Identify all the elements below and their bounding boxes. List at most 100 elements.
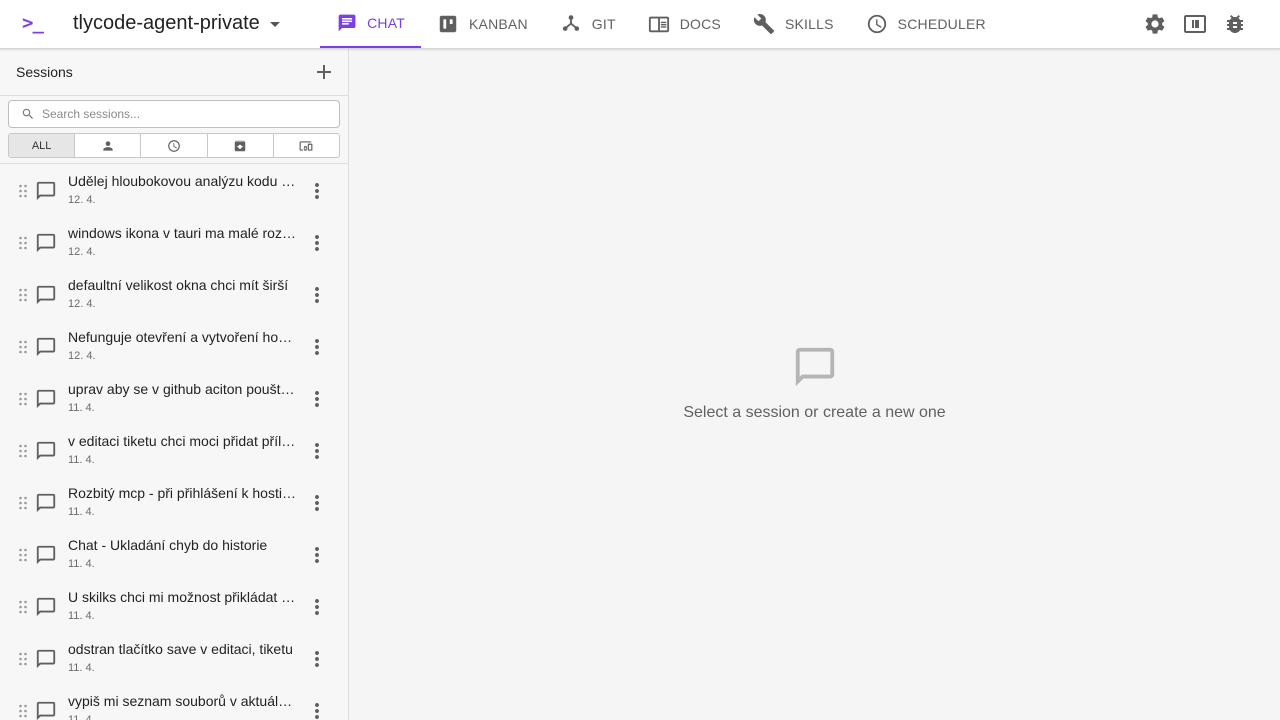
- drag-handle-icon[interactable]: [18, 444, 28, 458]
- drag-handle-icon[interactable]: [18, 704, 28, 718]
- more-options-icon[interactable]: [305, 647, 329, 671]
- session-title: odstran tlačítko save v editaci, tiketu: [68, 641, 293, 657]
- tab-label: SKILLS: [784, 16, 834, 32]
- chat-icon: [35, 232, 57, 254]
- more-options-icon[interactable]: [305, 283, 329, 307]
- chat-bubble-icon: [792, 344, 838, 390]
- session-item[interactable]: v editaci tiketu chci moci přidat příloh…: [0, 425, 348, 477]
- tab-kanban[interactable]: KANBAN: [421, 0, 544, 48]
- session-title: U skilks chci mi možnost přikládat soubo…: [68, 589, 296, 605]
- session-date: 11. 4.: [68, 558, 95, 570]
- session-title: Chat - Ukladání chyb do historie: [68, 537, 268, 553]
- session-title: Nefunguje otevření a vytvoření hostitele: [68, 329, 296, 345]
- drag-handle-icon[interactable]: [18, 288, 28, 302]
- chat-icon: [35, 544, 57, 566]
- drag-handle-icon[interactable]: [18, 236, 28, 250]
- kanban-icon: [439, 15, 457, 33]
- project-name: tlycode-agent-private: [73, 12, 260, 34]
- tab-label: SCHEDULER: [897, 16, 986, 32]
- more-options-icon[interactable]: [305, 439, 329, 463]
- person-icon: [103, 140, 113, 151]
- tab-label: DOCS: [679, 16, 721, 32]
- more-options-icon[interactable]: [305, 231, 329, 255]
- more-options-icon[interactable]: [305, 387, 329, 411]
- session-item[interactable]: odstran tlačítko save v editaci, tiketu 1…: [0, 633, 348, 685]
- clock-icon: [168, 139, 180, 152]
- chat-icon: [35, 700, 57, 720]
- session-title: Rozbitý mcp - při přihlášení k hostiteli: [68, 485, 296, 501]
- chat-icon: [35, 596, 57, 618]
- session-date: 12. 4.: [68, 194, 96, 206]
- filter-recent-button[interactable]: [141, 134, 208, 157]
- search-sessions-field[interactable]: [8, 100, 340, 128]
- chevron-down-icon: [269, 22, 280, 27]
- drag-handle-icon[interactable]: [18, 392, 28, 406]
- drag-handle-icon[interactable]: [18, 652, 28, 666]
- tab-docs[interactable]: DOCS: [632, 0, 737, 48]
- drag-handle-icon[interactable]: [18, 340, 28, 354]
- session-list: Udělej hloubokovou analýzu kodu a najdi …: [0, 165, 348, 720]
- git-icon: [562, 15, 579, 31]
- session-item[interactable]: defaultní velikost okna chci mít širší 12…: [0, 269, 348, 321]
- tab-label: GIT: [591, 16, 616, 32]
- session-item[interactable]: Nefunguje otevření a vytvoření hostitele…: [0, 321, 348, 373]
- session-item[interactable]: vypiš mi seznam souborů v aktuálním adre…: [0, 685, 348, 720]
- search-icon: [22, 108, 33, 119]
- session-item[interactable]: windows ikona v tauri ma malé rozlišení 1…: [0, 217, 348, 269]
- sessions-title: Sessions: [16, 64, 73, 80]
- sessions-sidebar: Sessions ALL Udělej hloubokovou analýzu …: [0, 49, 349, 720]
- tab-skills[interactable]: SKILLS: [737, 0, 850, 48]
- session-date: 12. 4.: [68, 246, 96, 258]
- chat-icon: [35, 180, 57, 202]
- filter-mine-button[interactable]: [75, 134, 142, 157]
- session-title: Udělej hloubokovou analýzu kodu a najdi …: [68, 173, 296, 189]
- devices-icon: [299, 140, 313, 151]
- session-date: 12. 4.: [68, 298, 96, 310]
- plus-icon: [317, 65, 331, 79]
- session-date: 11. 4.: [68, 454, 95, 466]
- drag-handle-icon[interactable]: [18, 496, 28, 510]
- bug-icon[interactable]: [1223, 12, 1247, 36]
- docs-icon: [648, 16, 669, 33]
- project-selector[interactable]: tlycode-agent-private: [73, 12, 280, 35]
- more-options-icon[interactable]: [305, 179, 329, 203]
- filter-devices-button[interactable]: [274, 134, 339, 157]
- chat-icon: [35, 440, 57, 462]
- archive-icon: [234, 140, 246, 151]
- add-session-button[interactable]: [312, 60, 336, 84]
- app-logo[interactable]: >_: [22, 12, 44, 34]
- tab-label: KANBAN: [469, 16, 528, 32]
- chat-icon: [35, 492, 57, 514]
- drag-handle-icon[interactable]: [18, 548, 28, 562]
- session-item[interactable]: uprav aby se v github aciton pouštěly te…: [0, 373, 348, 425]
- wrench-icon: [753, 14, 775, 35]
- chat-icon: [35, 388, 57, 410]
- more-options-icon[interactable]: [305, 699, 329, 720]
- more-options-icon[interactable]: [305, 491, 329, 515]
- tab-chat[interactable]: CHAT: [320, 0, 421, 48]
- more-options-icon[interactable]: [305, 335, 329, 359]
- session-item[interactable]: Chat - Ukladání chyb do historie 11. 4.: [0, 529, 348, 581]
- filter-archived-button[interactable]: [208, 134, 274, 157]
- session-date: 11. 4.: [68, 714, 95, 720]
- session-item[interactable]: Rozbitý mcp - při přihlášení k hostiteli…: [0, 477, 348, 529]
- clock-icon: [867, 14, 886, 34]
- session-item[interactable]: U skilks chci mi možnost přikládat soubo…: [0, 581, 348, 633]
- session-date: 12. 4.: [68, 350, 96, 362]
- session-date: 11. 4.: [68, 402, 95, 414]
- chat-icon: [35, 648, 57, 670]
- settings-icon[interactable]: [1143, 12, 1167, 36]
- tab-git[interactable]: GIT: [544, 0, 632, 48]
- panel-toggle-icon[interactable]: [1183, 12, 1207, 36]
- chat-icon: [35, 336, 57, 358]
- session-title: uprav aby se v github aciton pouštěly te…: [68, 381, 296, 397]
- chat-icon: [338, 14, 356, 32]
- session-item[interactable]: Udělej hloubokovou analýzu kodu a najdi …: [0, 165, 348, 217]
- filter-all-button[interactable]: ALL: [9, 134, 76, 157]
- more-options-icon[interactable]: [305, 543, 329, 567]
- more-options-icon[interactable]: [305, 595, 329, 619]
- tab-scheduler[interactable]: SCHEDULER: [850, 0, 1002, 48]
- search-input[interactable]: [42, 107, 322, 121]
- drag-handle-icon[interactable]: [18, 184, 28, 198]
- drag-handle-icon[interactable]: [18, 600, 28, 614]
